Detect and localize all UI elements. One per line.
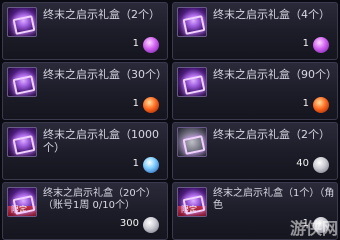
orange-gem-icon (313, 97, 329, 113)
gift-box-icon: 限定 (177, 187, 207, 217)
item-title: 终末之启示礼盒（2个） (213, 128, 330, 141)
item-price: 1 (302, 98, 309, 109)
item-title: 终末之启示礼盒（2个） (43, 8, 160, 21)
item-price: 1 (302, 38, 309, 49)
shop-item-card[interactable]: 终末之启示礼盒（1000个） 1 (2, 122, 168, 180)
shop-item-card[interactable]: 终末之启示礼盒（4个） 1 (172, 2, 338, 60)
item-title: 终末之启示礼盒（4个） (213, 8, 330, 21)
gift-box-icon: 限定 (7, 187, 37, 217)
shop-item-card[interactable]: 终末之启示礼盒（30个） 1 (2, 62, 168, 120)
item-price: 40 (296, 158, 309, 169)
purple-gem-icon (143, 37, 159, 53)
blue-gem-icon (143, 157, 159, 173)
gift-box-icon (177, 7, 207, 37)
item-title: 终末之启示礼盒（1个）（角色 (213, 188, 335, 211)
item-title: 终末之启示礼盒（30个） (43, 68, 167, 81)
shop-grid: 终末之启示礼盒（2个） 1 终末之启示礼盒（4个） 1 终末之启示礼盒（30个）… (0, 0, 340, 240)
item-title: 终末之启示礼盒（1000个） (43, 128, 159, 154)
item-price: 1 (132, 158, 139, 169)
gift-box-icon (7, 67, 37, 97)
gift-box-icon (7, 127, 37, 157)
item-title: 终末之启示礼盒（20个）（账号1周 0/10个） (43, 188, 156, 211)
shop-item-card[interactable]: 限定 终末之启示礼盒（20个）（账号1周 0/10个） 300 (2, 182, 168, 240)
item-price: 300 (119, 218, 139, 229)
silver-coin-icon (143, 217, 159, 233)
shop-item-card[interactable]: 终末之启示礼盒（2个） 1 (2, 2, 168, 60)
orange-gem-icon (143, 97, 159, 113)
purple-gem-icon (313, 37, 329, 53)
item-price: 1 (132, 38, 139, 49)
limited-badge: 限定 (178, 205, 206, 216)
shop-item-card[interactable]: 终末之启示礼盒（90个） 1 (172, 62, 338, 120)
silver-coin-icon (313, 157, 329, 173)
item-title: 终末之启示礼盒（90个） (213, 68, 337, 81)
shop-item-card[interactable]: 终末之启示礼盒（2个） 40 (172, 122, 338, 180)
gift-box-icon (177, 67, 207, 97)
item-price: 1 (132, 98, 139, 109)
watermark-logo: 游侠网 (289, 219, 338, 238)
limited-badge: 限定 (8, 205, 36, 216)
coin-box-icon (177, 127, 207, 157)
gift-box-icon (7, 7, 37, 37)
